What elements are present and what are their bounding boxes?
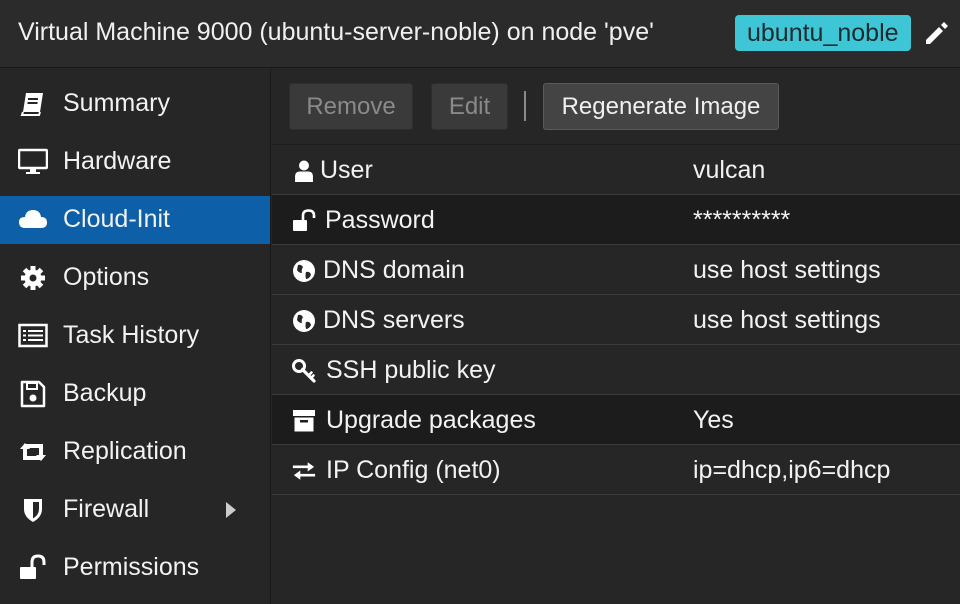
sidebar-item-label: Cloud-Init (63, 205, 170, 233)
retweet-icon (20, 443, 46, 461)
sidebar-item-replication[interactable]: Replication (0, 428, 270, 476)
sidebar-item-label: Firewall (63, 495, 150, 523)
sidebar: Summary Hardware Cloud-Init Options Task… (0, 69, 271, 604)
table-row[interactable]: IP Config (net0) ip=dhcp,ip6=dhcp (272, 445, 960, 495)
row-key: DNS domain (323, 256, 465, 284)
row-value: use host settings (693, 306, 881, 334)
exchange-icon (292, 462, 316, 480)
page-title: Virtual Machine 9000 (ubuntu-server-nobl… (18, 18, 654, 46)
sidebar-item-label: Options (63, 263, 150, 291)
gear-icon (21, 266, 45, 290)
sidebar-item-permissions[interactable]: Permissions (0, 544, 270, 592)
row-key: Password (325, 206, 435, 234)
row-value: Yes (693, 406, 734, 434)
row-key: DNS servers (323, 306, 465, 334)
sidebar-item-task-history[interactable]: Task History (0, 312, 270, 360)
cloud-init-panel: Remove Edit Regenerate Image User vulcan… (272, 69, 960, 604)
user-icon (295, 160, 313, 182)
globe-icon (293, 310, 315, 332)
list-icon (18, 323, 48, 348)
pencil-icon[interactable] (923, 20, 949, 46)
title-bar: Virtual Machine 9000 (ubuntu-server-nobl… (0, 0, 960, 68)
row-value: ********** (693, 206, 791, 234)
vm-tag[interactable]: ubuntu_noble (735, 15, 911, 51)
row-key: SSH public key (326, 356, 496, 384)
row-value: ip=dhcp,ip6=dhcp (693, 456, 891, 484)
table-row[interactable]: DNS domain use host settings (272, 245, 960, 295)
sidebar-item-label: Permissions (63, 553, 200, 581)
table-row[interactable]: User vulcan (272, 145, 960, 195)
sidebar-item-firewall[interactable]: Firewall (0, 486, 270, 534)
regenerate-image-button[interactable]: Regenerate Image (543, 83, 779, 130)
sidebar-item-label: Backup (63, 379, 147, 407)
row-key: IP Config (net0) (326, 456, 501, 484)
globe-icon (293, 260, 315, 282)
row-key: Upgrade packages (326, 406, 536, 434)
cloud-icon (19, 210, 47, 228)
row-key: User (320, 156, 373, 184)
unlock-icon (20, 554, 46, 579)
monitor-icon (18, 148, 48, 174)
sidebar-item-summary[interactable]: Summary (0, 80, 270, 128)
shield-icon (24, 499, 42, 522)
edit-button[interactable]: Edit (431, 83, 508, 130)
archive-icon (293, 410, 315, 432)
unlock-icon (293, 209, 316, 231)
row-value: vulcan (693, 156, 766, 184)
remove-button[interactable]: Remove (289, 83, 413, 130)
row-value: use host settings (693, 256, 881, 284)
book-icon (20, 93, 43, 116)
caret-right-icon[interactable] (224, 500, 238, 520)
sidebar-item-label: Hardware (63, 147, 172, 175)
toolbar: Remove Edit Regenerate Image (272, 69, 960, 145)
table-row[interactable]: DNS servers use host settings (272, 295, 960, 345)
table-row[interactable]: Upgrade packages Yes (272, 395, 960, 445)
table-row[interactable]: Password ********** (272, 195, 960, 245)
key-icon (292, 359, 316, 383)
sidebar-item-backup[interactable]: Backup (0, 370, 270, 418)
floppy-icon (20, 380, 46, 408)
sidebar-item-label: Task History (63, 321, 200, 349)
table-row[interactable]: SSH public key (272, 345, 960, 395)
sidebar-item-cloud-init[interactable]: Cloud-Init (0, 196, 270, 244)
sidebar-item-label: Summary (63, 89, 170, 117)
toolbar-separator (524, 91, 526, 121)
sidebar-item-label: Replication (63, 437, 187, 465)
sidebar-item-hardware[interactable]: Hardware (0, 138, 270, 186)
sidebar-item-options[interactable]: Options (0, 254, 270, 302)
